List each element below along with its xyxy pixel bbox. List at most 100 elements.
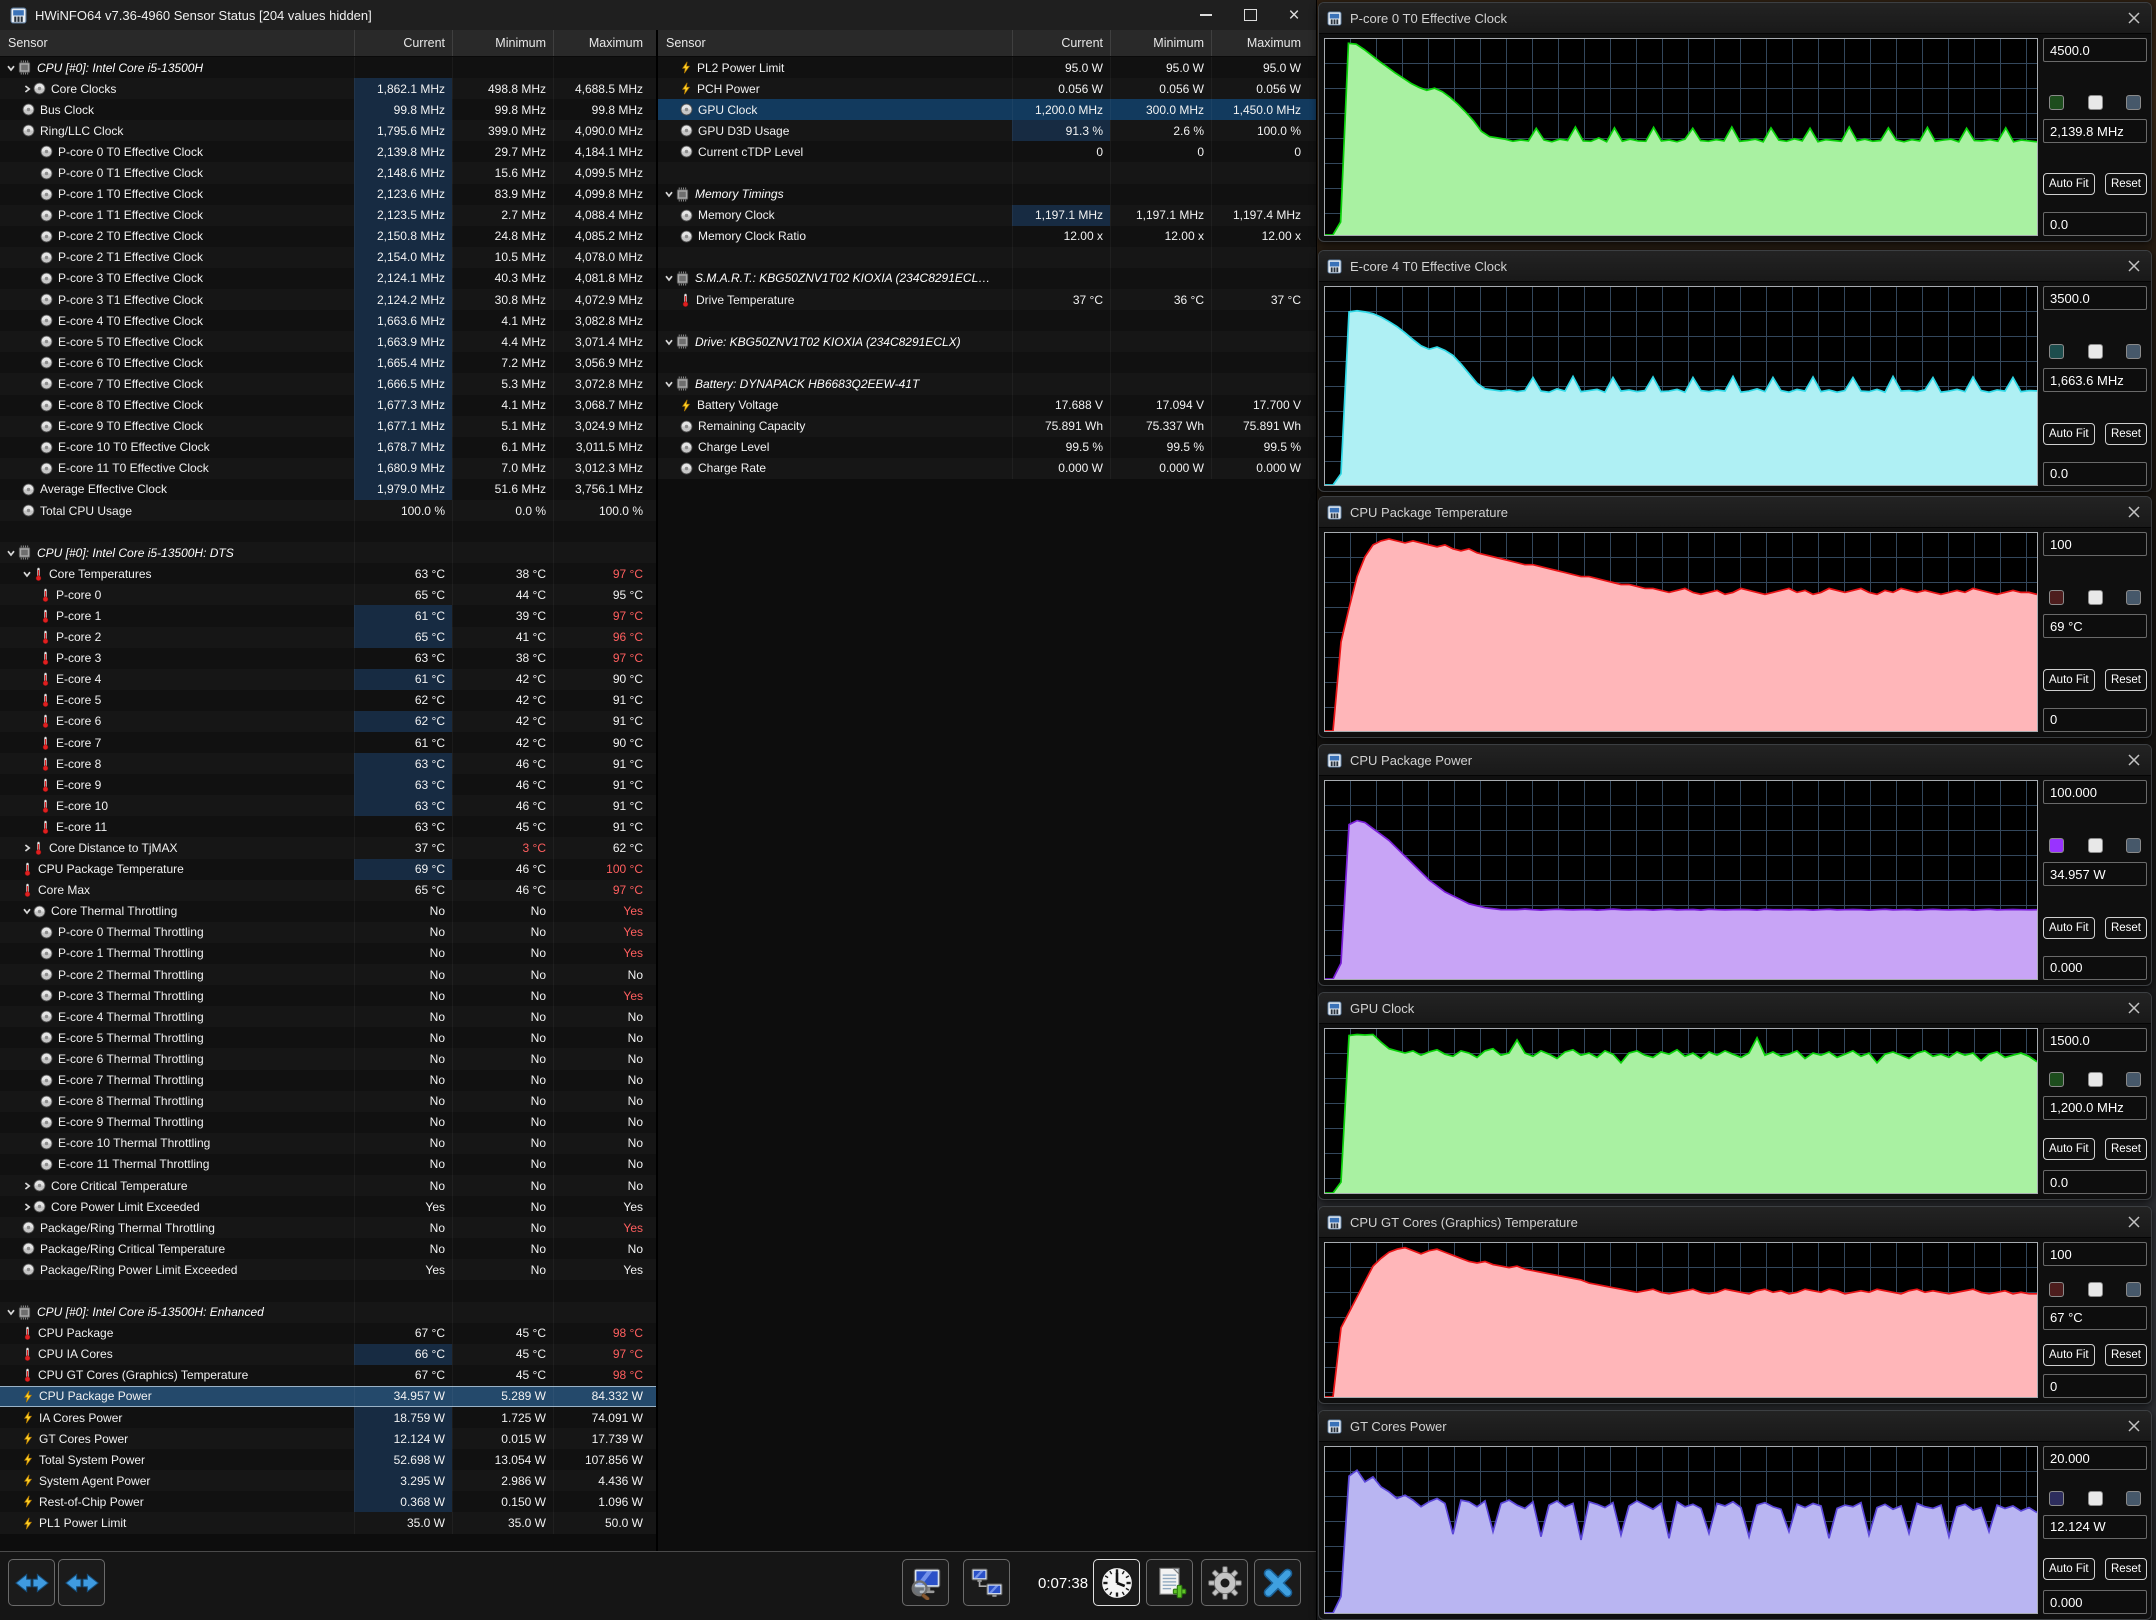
sensor-row[interactable]: CPU Package Power34.957 W5.289 W84.332 W [0,1386,656,1407]
sensor-row[interactable]: E-core 10 T0 Effective Clock1,678.7 MHz6… [0,437,656,458]
chevron-down-icon[interactable] [4,1307,17,1317]
sensor-row[interactable]: Package/Ring Critical TemperatureNoNoNo [0,1238,656,1259]
line-color-swatch[interactable] [2049,344,2064,359]
expand-columns-button[interactable] [8,1559,55,1606]
graph-titlebar[interactable]: CPU Package Temperature [1319,497,2151,528]
report-button[interactable] [1146,1559,1193,1606]
graph-titlebar[interactable]: GT Cores Power [1319,1411,2151,1442]
fill-color-swatch[interactable] [2088,1282,2103,1297]
line-color-swatch[interactable] [2049,1282,2064,1297]
sensor-group-row[interactable]: CPU [#0]: Intel Core i5-13500H: DTS [0,542,656,563]
sensor-group-row[interactable]: S.M.A.R.T.: KBG50ZNV1T02 KIOXIA (234C829… [658,268,1316,289]
sensor-row[interactable]: Battery Voltage17.688 V17.094 V17.700 V [658,395,1316,416]
collapse-columns-button[interactable] [58,1559,105,1606]
sensor-row[interactable]: E-core 4 T0 Effective Clock1,663.6 MHz4.… [0,310,656,331]
sensor-row[interactable]: E-core 1063 °C46 °C91 °C [0,795,656,816]
sensor-row[interactable]: GPU D3D Usage91.3 %2.6 %100.0 % [658,120,1316,141]
sensor-row[interactable]: P-core 0 T0 Effective Clock2,139.8 MHz29… [0,141,656,162]
fill-color-swatch[interactable] [2088,344,2103,359]
sensor-row[interactable]: E-core 6 Thermal ThrottlingNoNoNo [0,1048,656,1069]
close-icon[interactable] [2127,505,2141,519]
logging-start-stop-button[interactable] [1093,1559,1140,1606]
sensor-row[interactable]: E-core 1163 °C45 °C91 °C [0,816,656,837]
sensor-row[interactable]: P-core 265 °C41 °C96 °C [0,627,656,648]
chevron-down-icon[interactable] [20,569,33,579]
chevron-down-icon[interactable] [4,63,17,73]
graph-titlebar[interactable]: P-core 0 T0 Effective Clock [1319,3,2151,34]
chevron-down-icon[interactable] [4,548,17,558]
line-color-swatch[interactable] [2049,1491,2064,1506]
sensor-row[interactable]: PCH Power0.056 W0.056 W0.056 W [658,78,1316,99]
sensor-row[interactable]: IA Cores Power18.759 W1.725 W74.091 W [0,1407,656,1428]
sensor-group-row[interactable]: Battery: DYNAPACK HB6683Q2EEW-41T [658,373,1316,394]
sensor-row[interactable]: GT Cores Power12.124 W0.015 W17.739 W [0,1428,656,1449]
sensor-row[interactable]: Charge Level99.5 %99.5 %99.5 % [658,437,1316,458]
sensor-row[interactable]: E-core 963 °C46 °C91 °C [0,774,656,795]
sensor-row[interactable]: Bus Clock99.8 MHz99.8 MHz99.8 MHz [0,99,656,120]
grid-color-swatch[interactable] [2126,838,2141,853]
fill-color-swatch[interactable] [2088,590,2103,605]
sensor-row[interactable]: E-core 10 Thermal ThrottlingNoNoNo [0,1133,656,1154]
reset-button[interactable]: Reset [2105,1344,2147,1366]
fill-color-swatch[interactable] [2088,1072,2103,1087]
sensor-row[interactable]: E-core 11 Thermal ThrottlingNoNoNo [0,1154,656,1175]
sensor-row[interactable]: Package/Ring Thermal ThrottlingNoNoYes [0,1217,656,1238]
minimize-button[interactable] [1184,0,1228,30]
sensor-row[interactable]: Package/Ring Power Limit ExceededYesNoYe… [0,1259,656,1280]
graph-titlebar[interactable]: CPU GT Cores (Graphics) Temperature [1319,1207,2151,1238]
sensor-row[interactable]: P-core 3 T1 Effective Clock2,124.2 MHz30… [0,289,656,310]
sensor-row[interactable]: Core Distance to TjMAX37 °C3 °C62 °C [0,837,656,858]
line-color-swatch[interactable] [2049,95,2064,110]
column-maximum[interactable]: Maximum [553,30,650,56]
line-color-swatch[interactable] [2049,590,2064,605]
sensor-row[interactable]: E-core 8 Thermal ThrottlingNoNoNo [0,1091,656,1112]
sensor-row[interactable]: Core Temperatures63 °C38 °C97 °C [0,563,656,584]
sensor-row[interactable]: CPU Package67 °C45 °C98 °C [0,1323,656,1344]
sensor-row[interactable]: Memory Clock1,197.1 MHz1,197.1 MHz1,197.… [658,205,1316,226]
sensor-row[interactable]: CPU GT Cores (Graphics) Temperature67 °C… [0,1365,656,1386]
sensor-row[interactable]: E-core 662 °C42 °C91 °C [0,711,656,732]
chevron-down-icon[interactable] [662,337,675,347]
sensor-row[interactable]: P-core 2 T1 Effective Clock2,154.0 MHz10… [0,247,656,268]
chevron-down-icon[interactable] [662,379,675,389]
sensor-row[interactable]: E-core 461 °C42 °C90 °C [0,669,656,690]
sensor-row[interactable]: PL2 Power Limit95.0 W95.0 W95.0 W [658,57,1316,78]
sensor-row[interactable]: E-core 6 T0 Effective Clock1,665.4 MHz7.… [0,352,656,373]
auto-fit-button[interactable]: Auto Fit [2043,1138,2095,1160]
grid-color-swatch[interactable] [2126,1491,2141,1506]
chevron-right-icon[interactable] [20,1202,33,1212]
sensor-row[interactable]: E-core 4 Thermal ThrottlingNoNoNo [0,1006,656,1027]
close-icon[interactable] [2127,1419,2141,1433]
fill-color-swatch[interactable] [2088,95,2103,110]
sensor-row[interactable]: P-core 2 T0 Effective Clock2,150.8 MHz24… [0,226,656,247]
settings-button[interactable] [1201,1559,1248,1606]
sensor-row[interactable]: E-core 7 T0 Effective Clock1,666.5 MHz5.… [0,373,656,394]
column-current[interactable]: Current [1012,30,1110,56]
grid-color-swatch[interactable] [2126,95,2141,110]
grid-color-swatch[interactable] [2126,1282,2141,1297]
column-sensor[interactable]: Sensor [658,30,1012,56]
sensor-row[interactable]: Ring/LLC Clock1,795.6 MHz399.0 MHz4,090.… [0,120,656,141]
grid-color-swatch[interactable] [2126,1072,2141,1087]
sensor-row[interactable]: P-core 0 T1 Effective Clock2,148.6 MHz15… [0,162,656,183]
sensor-row[interactable]: Current cTDP Level000 [658,141,1316,162]
reset-button[interactable]: Reset [2105,173,2147,195]
sensor-row[interactable]: P-core 161 °C39 °C97 °C [0,605,656,626]
sensor-row[interactable]: Remaining Capacity75.891 Wh75.337 Wh75.8… [658,416,1316,437]
sensor-row[interactable]: E-core 9 T0 Effective Clock1,677.1 MHz5.… [0,416,656,437]
sensor-row[interactable]: E-core 11 T0 Effective Clock1,680.9 MHz7… [0,458,656,479]
sensor-row[interactable]: Core Clocks1,862.1 MHz498.8 MHz4,688.5 M… [0,78,656,99]
close-icon[interactable] [2127,1215,2141,1229]
sensor-row[interactable]: E-core 8 T0 Effective Clock1,677.3 MHz4.… [0,395,656,416]
sensor-row[interactable]: E-core 7 Thermal ThrottlingNoNoNo [0,1070,656,1091]
chevron-right-icon[interactable] [20,843,33,853]
sensor-row[interactable]: E-core 5 Thermal ThrottlingNoNoNo [0,1027,656,1048]
column-sensor[interactable]: Sensor [0,30,354,56]
sensor-row[interactable]: E-core 562 °C42 °C91 °C [0,690,656,711]
graph-titlebar[interactable]: GPU Clock [1319,993,2151,1024]
graph-titlebar[interactable]: CPU Package Power [1319,745,2151,776]
sensor-row[interactable]: Total System Power52.698 W13.054 W107.85… [0,1449,656,1470]
sensor-row[interactable]: P-core 1 T0 Effective Clock2,123.6 MHz83… [0,184,656,205]
sensor-row[interactable]: P-core 065 °C44 °C95 °C [0,584,656,605]
reset-button[interactable]: Reset [2105,917,2147,939]
